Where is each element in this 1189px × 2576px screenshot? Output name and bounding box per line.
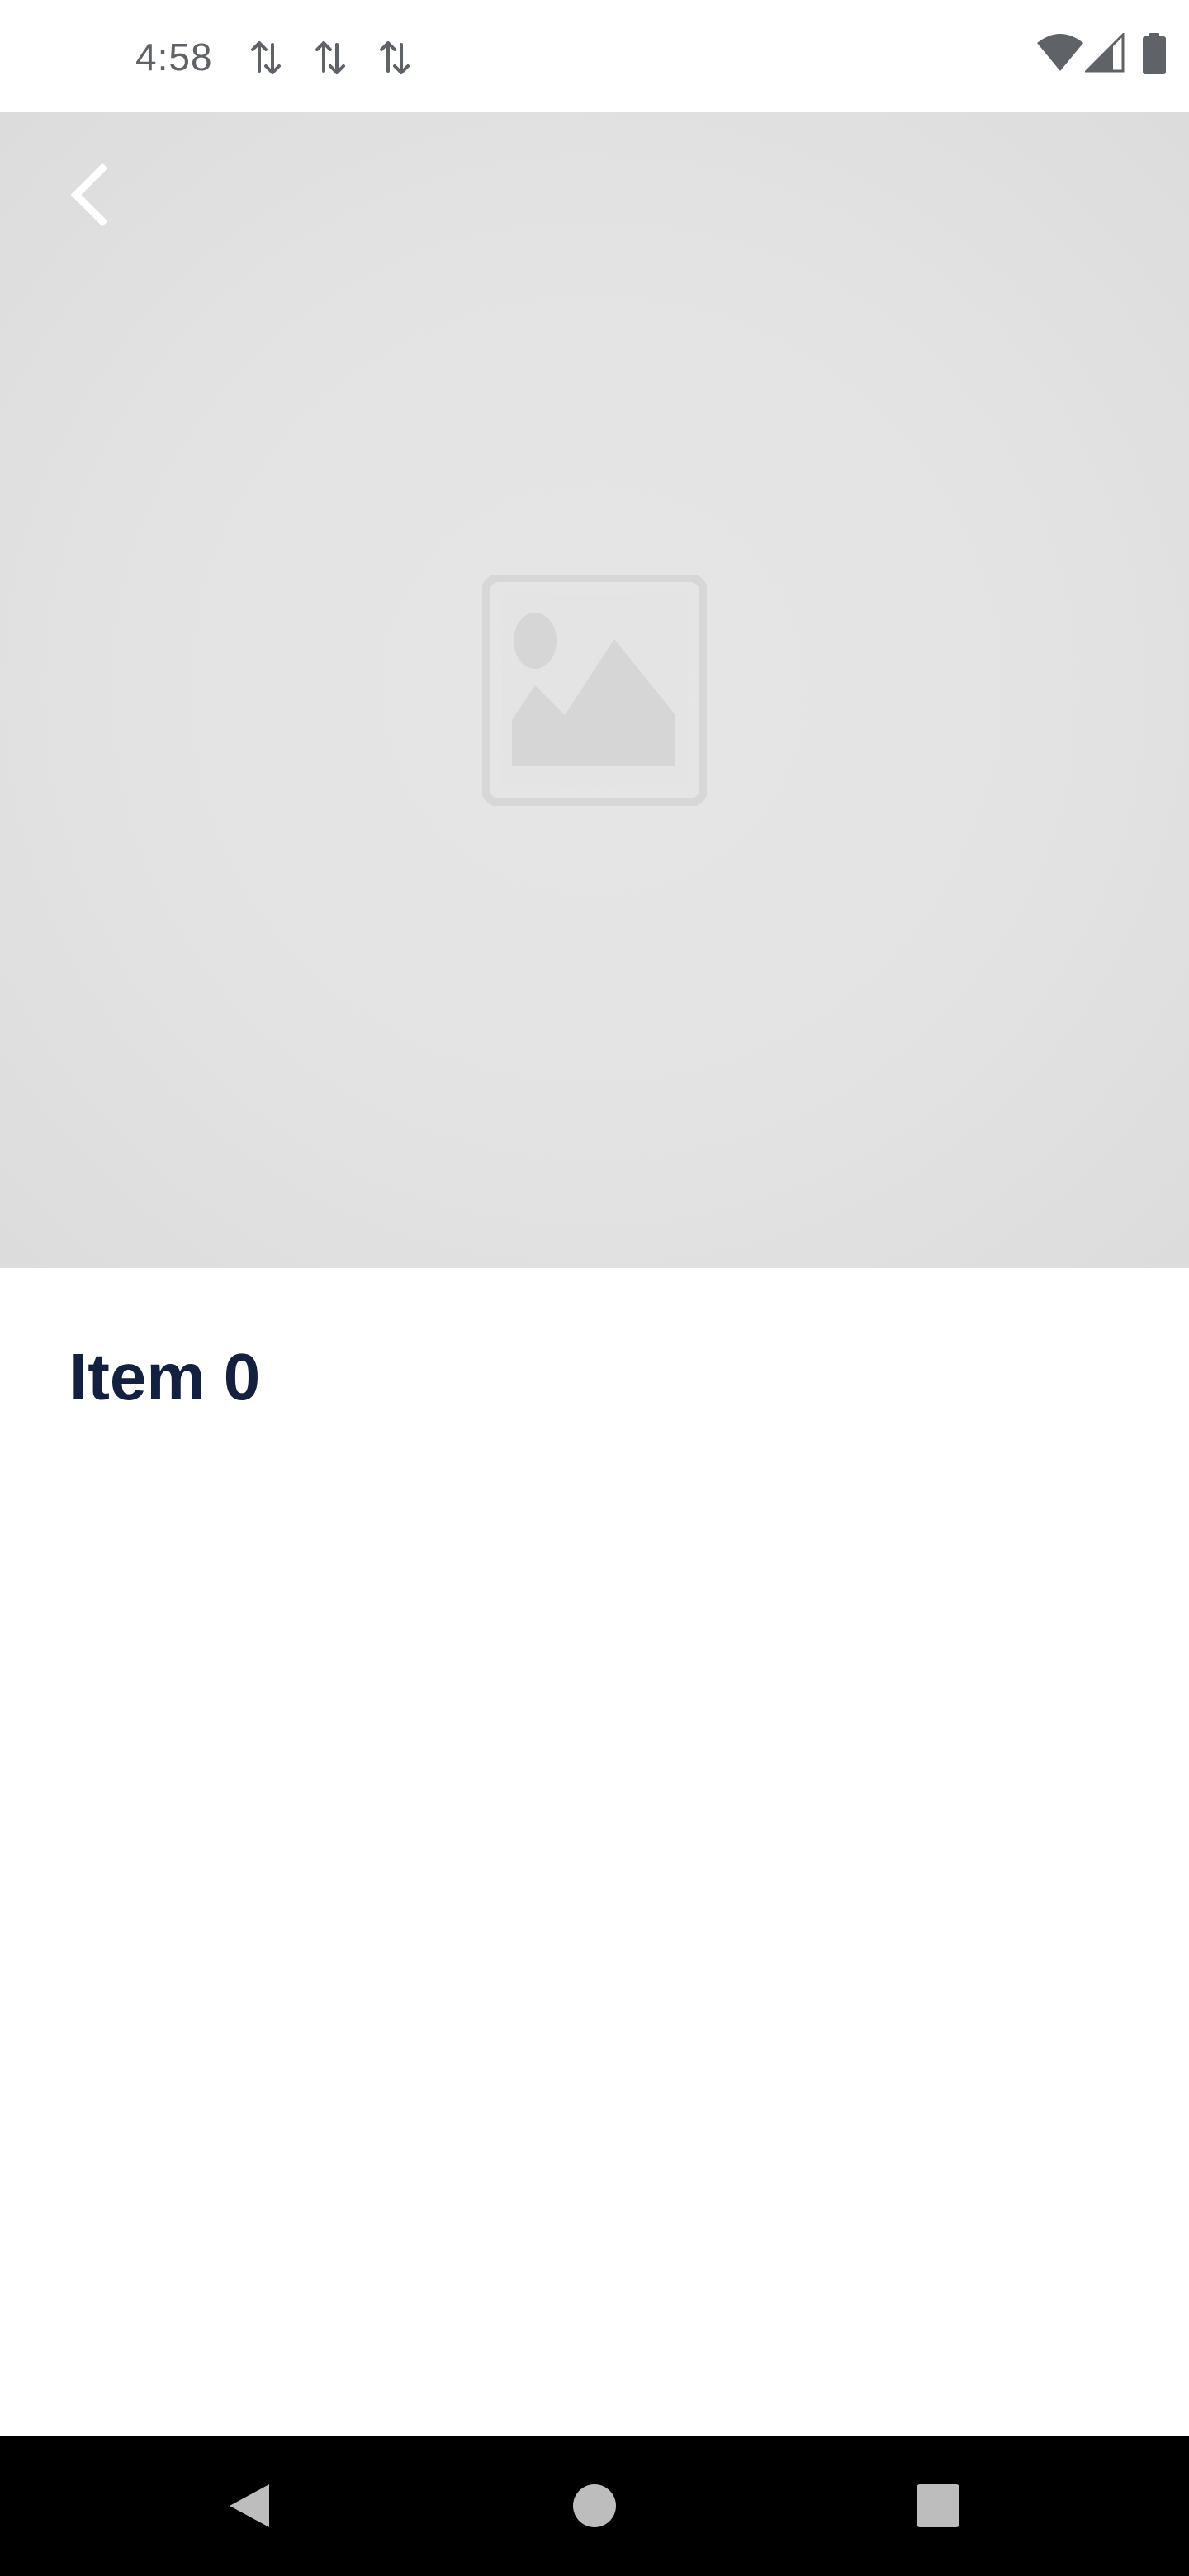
sync-arrows-icon xyxy=(315,41,345,74)
status-bar: 4:58 xyxy=(0,0,1189,112)
status-time: 4:58 xyxy=(135,36,213,78)
chevron-left-icon xyxy=(70,163,108,227)
item-detail-screen: 4:58 Item 0 xyxy=(0,0,1189,2576)
nav-home-button[interactable] xyxy=(528,2436,661,2576)
system-navigation-bar xyxy=(0,2436,1189,2576)
home-circle-icon xyxy=(573,2484,616,2527)
sync-arrows-icon xyxy=(251,41,281,74)
recents-square-icon xyxy=(917,2484,959,2527)
item-image xyxy=(0,112,1189,1268)
image-placeholder-icon xyxy=(482,575,707,806)
cell-signal-icon xyxy=(1085,33,1125,73)
sync-arrows-icon xyxy=(380,41,410,74)
item-title: Item 0 xyxy=(69,1340,261,1413)
nav-recents-button[interactable] xyxy=(872,2436,1004,2576)
back-button[interactable] xyxy=(53,159,126,231)
battery-icon xyxy=(1143,33,1166,74)
back-triangle-icon xyxy=(230,2484,269,2527)
wifi-icon xyxy=(1037,34,1083,71)
nav-back-button[interactable] xyxy=(183,2436,315,2576)
